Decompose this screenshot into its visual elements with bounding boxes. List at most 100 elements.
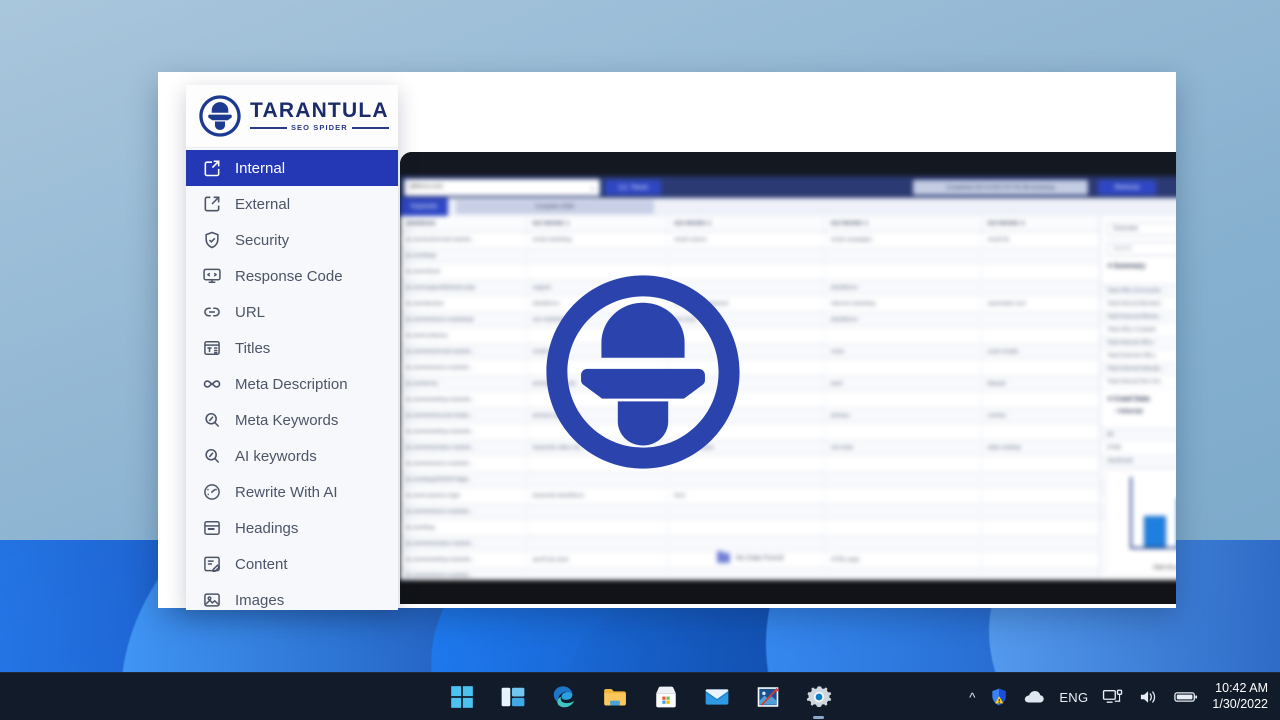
- search-input[interactable]: Search: [1107, 241, 1176, 256]
- sidebar-item-security[interactable]: Security: [186, 222, 398, 258]
- summary-cell: Total Internal Non Ind...: [1107, 379, 1164, 385]
- table-row[interactable]: te.com/tools/seo-marketing/seo marketing…: [400, 312, 1100, 328]
- table-row[interactable]: te.com/tools/seo-marketin...: [400, 456, 1100, 472]
- sidebar-item-internal[interactable]: Internal: [186, 150, 398, 186]
- table-row[interactable]: te.com/support/kb/index.phpsupportkbtekn…: [400, 280, 1100, 296]
- table-cell: [825, 328, 982, 343]
- sidebar-item-titles[interactable]: Titles: [186, 330, 398, 366]
- sidebar-item-meta-description[interactable]: Meta Description: [186, 366, 398, 402]
- column-header[interactable]: ADDRESS: [400, 216, 527, 231]
- sidebar-item-url[interactable]: URL: [186, 294, 398, 330]
- magnifier-icon: [202, 446, 222, 466]
- sidebar-item-headings[interactable]: Headings: [186, 510, 398, 546]
- heading-window-icon: [202, 518, 222, 538]
- table-row[interactable]: te.com/tools/video-marketi... keywords vi…: [400, 440, 1100, 456]
- table-cell: te.com/contactus: [400, 328, 527, 343]
- speaker-icon[interactable]: [1138, 688, 1160, 706]
- table-cell: [982, 312, 1100, 327]
- summary-row[interactable]: Total Internal Blocked...00%: [1101, 298, 1176, 311]
- summary-section-title[interactable]: ▾ Summary: [1101, 256, 1176, 272]
- sidebar-item-label: Rewrite With AI: [235, 483, 338, 501]
- table-cell: [825, 264, 982, 279]
- chevron-up-icon[interactable]: ^: [969, 690, 975, 705]
- sidebar-item-response-code[interactable]: Response Code: [186, 258, 398, 294]
- internal-subsection-title[interactable]: ▪ Internal: [1101, 405, 1176, 416]
- table-row[interactable]: te.com/customer-login keywords teknikforc…: [400, 488, 1100, 504]
- language-indicator[interactable]: ENG: [1059, 690, 1088, 705]
- column-header[interactable]: KEYWORD 4: [982, 216, 1100, 231]
- overview-select[interactable]: Overview ▾: [1107, 221, 1176, 236]
- chart-caption: Click On an SEO Element to display a gra…: [1153, 565, 1176, 571]
- settings-button[interactable]: [806, 684, 832, 719]
- chevron-down-icon[interactable]: ▾: [591, 186, 594, 193]
- sidebar-item-content[interactable]: Content: [186, 546, 398, 582]
- table-row[interactable]: te.com/blog/: [400, 248, 1100, 264]
- file-explorer-button[interactable]: [602, 684, 628, 710]
- sidebar-item-rewrite-with-ai[interactable]: Rewrite With AI: [186, 474, 398, 510]
- table-cell: pard: [825, 376, 982, 391]
- table-row[interactable]: te.com/tools/seo-marketin...: [400, 360, 1100, 376]
- table-row[interactable]: te.com/tools/blog-marketin...: [400, 424, 1100, 440]
- table-row[interactable]: te.com/termsprimary keywordspardflatuark: [400, 376, 1100, 392]
- sidebar-item-ai-keywords[interactable]: AI keywords: [186, 438, 398, 474]
- table-row[interactable]: te.com/tools/email-marketi... email scam s…: [400, 344, 1100, 360]
- tab-keywords[interactable]: Keywords: [400, 198, 448, 216]
- clock[interactable]: 10:42 AM 1/30/2022: [1212, 681, 1268, 712]
- shortcuts-button[interactable]: Shortcuts: [1098, 180, 1156, 195]
- table-cell: [982, 488, 1100, 503]
- table-row[interactable]: te.com/contactus: [400, 328, 1100, 344]
- summary-row[interactable]: Total URLs Crawled15175%: [1101, 324, 1176, 337]
- table-row[interactable]: te.com/tools/email-marketi... email marke…: [400, 232, 1100, 248]
- summary-row[interactable]: Total External Blocke...00%: [1101, 311, 1176, 324]
- sidebar-item-external[interactable]: External: [186, 186, 398, 222]
- table-row[interactable]: te.com/tools/blog-marketin...: [400, 392, 1100, 408]
- empty-state-label: No Data Found: [735, 554, 784, 562]
- summary-row[interactable]: All11457%: [1101, 429, 1176, 442]
- summary-row[interactable]: Total Internal Non Ind...00%: [1101, 376, 1176, 389]
- battery-icon[interactable]: [1174, 690, 1198, 704]
- table-row[interactable]: te.com/aboutusteknikforcesoftware develo…: [400, 296, 1100, 312]
- column-header[interactable]: KEYWORD 3: [825, 216, 982, 231]
- graph-placeholder[interactable]: Click On an SEO Element to display a gra…: [1105, 468, 1176, 576]
- edge-button[interactable]: [551, 684, 577, 710]
- shield-warning-icon[interactable]: [989, 687, 1009, 707]
- sidebar-item-meta-keywords[interactable]: Meta Keywords: [186, 402, 398, 438]
- internal-title: Internal: [1119, 408, 1143, 415]
- table-cell: [825, 504, 982, 519]
- brand-tagline-row: SEO SPIDER: [250, 124, 389, 132]
- chart-y-axis: [1130, 477, 1132, 549]
- table-cell: internet marketing: [825, 296, 982, 311]
- start-button[interactable]: [449, 684, 475, 710]
- table-row[interactable]: te.com/refund: [400, 264, 1100, 280]
- chart-bar: [1144, 516, 1166, 548]
- column-header[interactable]: KEYWORD 1: [527, 216, 669, 231]
- table-cell: teknikforce: [825, 280, 982, 295]
- brand-name: TARANTULA: [250, 99, 389, 123]
- table-cell: [527, 504, 669, 519]
- table-row[interactable]: te.com/tools/seo-marketin...: [400, 504, 1100, 520]
- summary-row[interactable]: Total External URLs8743%: [1101, 350, 1176, 363]
- task-view-button[interactable]: [500, 684, 526, 710]
- table-row[interactable]: te.com/blog/2023/07/digit...: [400, 472, 1100, 488]
- crawl-data-section-title[interactable]: ▾ Crawl Data: [1101, 389, 1176, 405]
- photos-button[interactable]: [755, 684, 781, 710]
- results-table[interactable]: ADDRESS KEYWORD 1 KEYWORD 2 KEYWORD 3 KE…: [400, 216, 1100, 580]
- mail-button[interactable]: [704, 684, 730, 710]
- cloud-icon[interactable]: [1023, 689, 1045, 705]
- network-icon[interactable]: [1102, 688, 1124, 706]
- summary-row[interactable]: Total URLs Encounter...201100%: [1101, 285, 1176, 298]
- summary-row[interactable]: HTML6231%: [1101, 442, 1176, 455]
- table-row[interactable]: te.com/blog: [400, 520, 1100, 536]
- microsoft-store-icon: [653, 684, 679, 710]
- table-row[interactable]: te.com/tools/social-media-... primary key…: [400, 408, 1100, 424]
- summary-cell: Total URLs Encounter...: [1107, 288, 1165, 294]
- store-button[interactable]: [653, 684, 679, 710]
- sidebar-item-images[interactable]: Images: [186, 582, 398, 610]
- summary-row[interactable]: JavaScript136%: [1101, 455, 1176, 468]
- column-header[interactable]: KEYWORD 2: [668, 216, 825, 231]
- pause-button[interactable]: ❙❙ Pause: [605, 180, 661, 195]
- summary-row[interactable]: Total Internal Indexab...11457%: [1101, 363, 1176, 376]
- summary-row[interactable]: Total Internal URLs11457%: [1101, 337, 1176, 350]
- url-input[interactable]: ultiforce.com ▾: [404, 179, 600, 196]
- sidebar-item-label: Meta Keywords: [235, 411, 339, 429]
